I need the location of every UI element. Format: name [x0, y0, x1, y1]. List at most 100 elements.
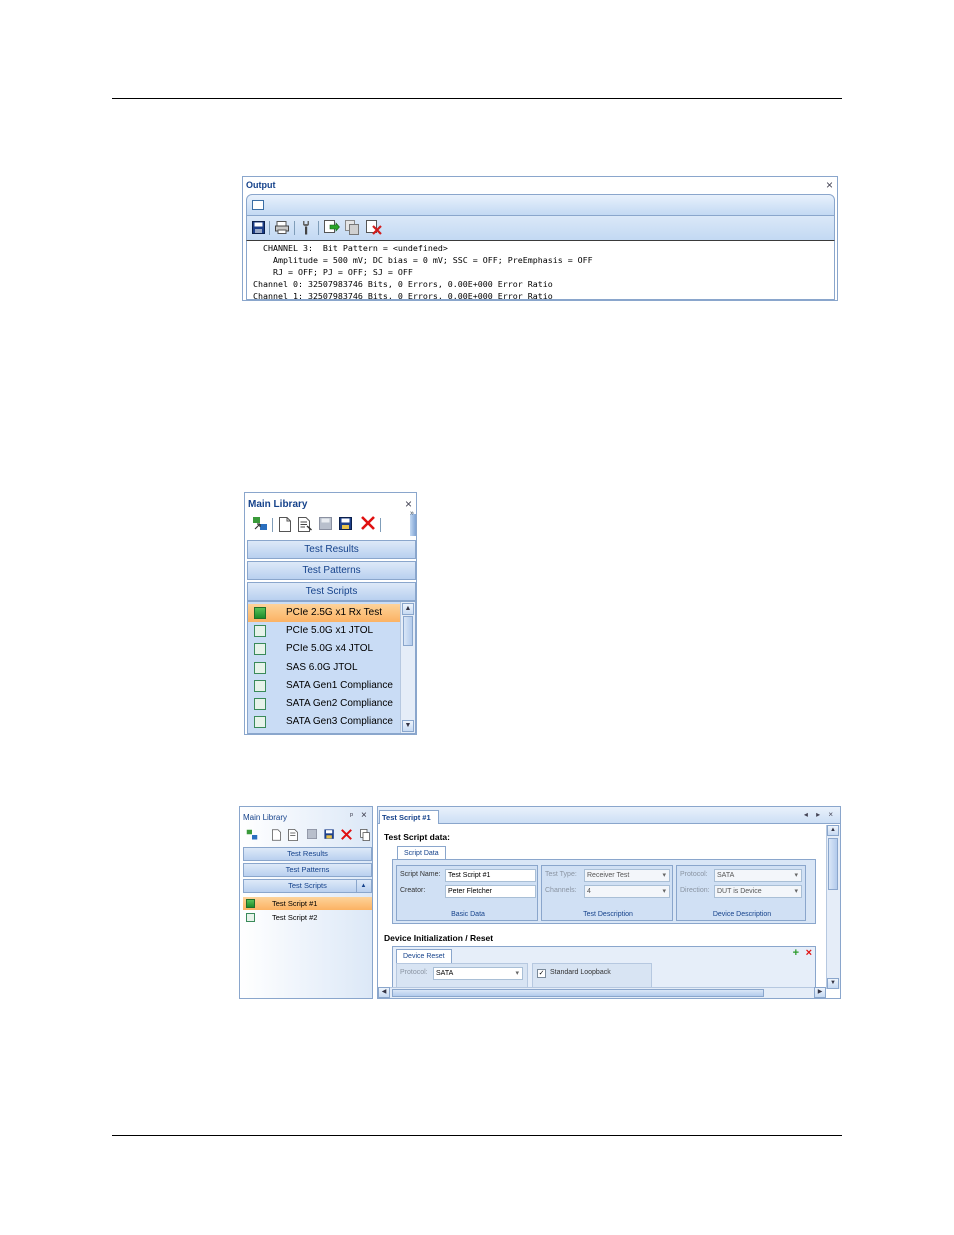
channels-label: Channels:	[545, 887, 577, 894]
toolbar-separator	[318, 221, 319, 235]
export-green-icon[interactable]	[324, 220, 340, 235]
list-item[interactable]: SATA Gen2 Compliance	[248, 695, 401, 713]
tab-device-reset[interactable]: Device Reset	[396, 949, 452, 963]
save-disabled-icon[interactable]	[319, 517, 332, 530]
creator-field[interactable]: Peter Fletcher	[445, 885, 536, 898]
clear-red-icon[interactable]	[366, 220, 382, 235]
save-icon[interactable]	[252, 221, 265, 234]
scroll-thumb[interactable]	[828, 838, 838, 890]
print-icon[interactable]	[275, 221, 289, 234]
script-status-icon	[254, 698, 266, 710]
copy-icon[interactable]	[345, 220, 360, 235]
protocol-select[interactable]: SATA	[714, 869, 802, 882]
reset-protocol-label: Protocol:	[400, 969, 428, 976]
docked-library-title: Main Library	[243, 813, 288, 822]
scroll-left-arrow-icon[interactable]: ◀	[378, 987, 390, 998]
properties-icon[interactable]	[298, 517, 312, 532]
settings-icon[interactable]	[301, 220, 312, 235]
direction-select[interactable]: DUT is Device	[714, 885, 802, 898]
test-description-group: Test Type: Receiver Test Channels: 4 Tes…	[541, 865, 673, 921]
list-item[interactable]: PCIe 2.5G x1 Rx Test	[248, 604, 401, 622]
nav-test-patterns[interactable]: Test Patterns	[247, 561, 416, 580]
properties-icon[interactable]	[288, 829, 298, 841]
list-item[interactable]: SAS 6.0G JTOL	[248, 659, 401, 677]
save-all-icon[interactable]	[324, 829, 335, 840]
new-document-icon[interactable]	[279, 517, 291, 532]
main-library-close-button[interactable]: ×	[405, 497, 412, 511]
device-description-caption: Device Description	[712, 911, 772, 918]
window-icon[interactable]	[252, 200, 264, 210]
document-vertical-scrollbar[interactable]: ▲ ▼	[826, 825, 840, 989]
toolbar-overflow-button[interactable]: »	[410, 510, 416, 536]
script-status-icon	[254, 679, 266, 692]
save-all-icon[interactable]	[339, 517, 353, 531]
main-library-docked-pane: Main Library ᵖ × Test Results Test Patte…	[239, 806, 373, 999]
loopback-box: ✓ Standard Loopback	[532, 963, 652, 989]
list-item[interactable]: SATA Gen1 Compliance	[248, 677, 401, 695]
list-item[interactable]: PCIe 5.0G x4 JTOL	[248, 640, 401, 658]
scroll-down-arrow-icon[interactable]: ▼	[402, 720, 414, 732]
nav-test-scripts[interactable]: Test Scripts ▲	[243, 879, 372, 893]
scroll-up-arrow-icon[interactable]: ▲	[827, 825, 839, 836]
delete-icon[interactable]	[361, 516, 375, 530]
nav-test-scripts-label: Test Scripts	[288, 881, 327, 890]
list-item-label: SATA Gen2 Compliance	[286, 698, 393, 709]
device-description-group: Protocol: SATA Direction: DUT is Device …	[676, 865, 806, 921]
scroll-right-arrow-icon[interactable]: ▶	[814, 987, 826, 998]
delete-icon[interactable]	[341, 829, 352, 840]
scroll-thumb[interactable]	[392, 989, 764, 997]
output-close-button[interactable]: ×	[826, 178, 833, 192]
test-description-caption: Test Description	[583, 911, 633, 918]
list-item-label: PCIe 5.0G x4 JTOL	[286, 643, 374, 655]
standard-loopback-checkbox[interactable]: ✓	[537, 969, 546, 978]
list-item-label: PCIe 5.0G x1 JTOL	[286, 625, 374, 637]
nav-test-patterns[interactable]: Test Patterns	[243, 863, 372, 877]
test-script-window: Main Library ᵖ × Test Results Test Patte…	[239, 806, 841, 999]
device-init-heading: Device Initialization / Reset	[384, 933, 494, 943]
list-item-label: SAS 6.0G JTOL	[286, 661, 358, 673]
scroll-thumb[interactable]	[403, 616, 413, 646]
nav-test-results[interactable]: Test Results	[247, 540, 416, 559]
refresh-library-icon[interactable]	[246, 829, 258, 841]
toolbar-separator	[272, 518, 273, 532]
scroll-up-arrow-icon[interactable]: ▲	[402, 603, 414, 615]
document-nav-buttons[interactable]: ◂ ▸ ×	[804, 810, 836, 819]
test-type-select[interactable]: Receiver Test	[584, 869, 670, 882]
list-item[interactable]: Test Script #2	[243, 911, 372, 924]
list-scrollbar[interactable]: ▲ ▼	[400, 602, 415, 733]
list-item[interactable]: SATA Gen3 Compliance	[248, 713, 401, 731]
refresh-library-icon[interactable]	[252, 516, 268, 532]
script-name-field[interactable]: Test Script #1	[445, 869, 536, 882]
output-titlebar: Output ×	[243, 177, 837, 194]
remove-step-icon[interactable]: ×	[806, 947, 812, 959]
list-item[interactable]: Test Script #1	[243, 897, 372, 910]
nav-test-results[interactable]: Test Results	[243, 847, 372, 861]
save-disabled-icon[interactable]	[307, 829, 317, 839]
scroll-down-arrow-icon[interactable]: ▼	[827, 978, 839, 989]
pin-icon[interactable]: ᵖ	[350, 811, 353, 820]
output-tabstrip	[246, 194, 835, 216]
document-horizontal-scrollbar[interactable]: ◀ ▶	[378, 987, 826, 998]
script-status-icon	[254, 625, 266, 638]
channels-select[interactable]: 4	[584, 885, 670, 898]
script-editor-content: Test Script data: Script Data Script Nam…	[378, 825, 826, 989]
docked-library-close-button[interactable]: ×	[361, 810, 367, 821]
new-document-icon[interactable]	[272, 829, 281, 841]
output-title: Output	[246, 180, 276, 190]
console-text: CHANNEL 3: Bit Pattern = <undefined> Amp…	[253, 243, 593, 300]
list-item[interactable]: PCIe 5.0G x1 JTOL	[248, 622, 401, 640]
copy-icon[interactable]	[360, 829, 370, 841]
collapse-arrow-icon[interactable]: ▲	[356, 880, 370, 892]
document-tab-strip: Test Script #1 ◂ ▸ ×	[378, 807, 840, 824]
add-step-icon[interactable]: +	[793, 947, 799, 959]
script-name-label: Script Name:	[400, 871, 441, 878]
tab-test-script-1[interactable]: Test Script #1	[379, 810, 439, 824]
tab-script-data[interactable]: Script Data	[397, 846, 446, 860]
script-status-icon	[254, 661, 266, 674]
nav-test-scripts[interactable]: Test Scripts	[247, 582, 416, 601]
toolbar-separator	[269, 221, 270, 235]
test-script-document: Test Script #1 ◂ ▸ × Test Script data: S…	[377, 806, 841, 999]
output-console[interactable]: CHANNEL 3: Bit Pattern = <undefined> Amp…	[246, 240, 835, 300]
reset-protocol-select[interactable]: SATA	[433, 967, 523, 980]
basic-data-caption: Basic Data	[451, 911, 485, 918]
